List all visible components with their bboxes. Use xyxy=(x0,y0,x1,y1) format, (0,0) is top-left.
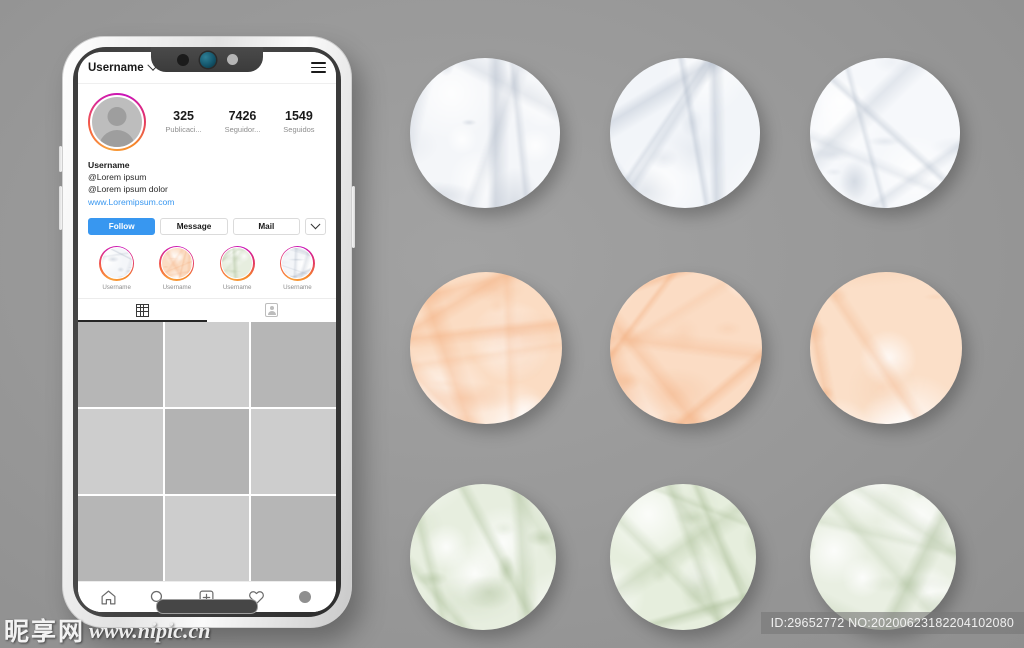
marble-swatch-peach-1[interactable] xyxy=(410,272,562,424)
phone-button-silent[interactable] xyxy=(59,146,62,172)
marble-texture xyxy=(610,272,762,424)
photo-grid-cell[interactable] xyxy=(251,495,336,581)
marble-swatch-green-3[interactable] xyxy=(810,484,956,630)
marble-swatch-peach-2[interactable] xyxy=(610,272,762,424)
photo-grid-cell[interactable] xyxy=(164,321,250,407)
marble-texture xyxy=(810,272,962,424)
header-username-dropdown[interactable]: Username xyxy=(88,59,159,74)
highlight-item[interactable]: Username xyxy=(269,245,326,291)
marble-texture xyxy=(410,58,560,208)
marble-texture xyxy=(810,484,956,630)
phone-mockup: Username 325 Publicaci... 7426 Seguidor.… xyxy=(59,36,355,628)
site-watermark-url: www.nipic.cn xyxy=(89,618,211,643)
home-indicator xyxy=(156,599,258,614)
profile-tabs xyxy=(78,297,336,322)
stat-following-value: 1549 xyxy=(285,109,313,124)
marble-texture xyxy=(410,272,562,424)
phone-button-volume[interactable] xyxy=(59,186,62,230)
marble-swatch-green-1[interactable] xyxy=(410,484,556,630)
marble-swatch-white-3[interactable] xyxy=(810,58,960,208)
highlight-thumbnail xyxy=(281,247,314,280)
highlight-item[interactable]: Username xyxy=(148,245,205,291)
photo-grid-cell[interactable] xyxy=(251,408,336,494)
phone-notch xyxy=(151,47,263,72)
profile-avatar-icon[interactable] xyxy=(295,587,315,607)
canvas-background: Username 325 Publicaci... 7426 Seguidor.… xyxy=(0,0,1024,648)
photo-grid xyxy=(78,321,336,581)
phone-button-power[interactable] xyxy=(352,186,355,248)
highlight-label: Username xyxy=(283,283,312,291)
profile-action-buttons: Follow Message Mail xyxy=(88,217,326,235)
stat-followers-label: Seguidor... xyxy=(224,124,261,134)
stat-following[interactable]: 1549 Seguidos xyxy=(283,109,314,134)
hamburger-menu-icon[interactable] xyxy=(311,62,326,73)
marble-texture xyxy=(610,58,760,208)
phone-screen: Username 325 Publicaci... 7426 Seguidor.… xyxy=(78,52,336,612)
highlight-thumbnail xyxy=(100,247,133,280)
bio-line-1: @Lorem ipsum xyxy=(88,172,147,183)
profile-stats: 325 Publicaci... 7426 Seguidor... 1549 S… xyxy=(146,109,326,134)
photo-grid-cell[interactable] xyxy=(78,408,163,494)
site-watermark-cn: 昵享网 xyxy=(4,617,86,646)
highlight-label: Username xyxy=(222,283,252,291)
bio-website-link[interactable]: www.Loremipsum.com xyxy=(88,196,326,208)
site-watermark: 昵享网 www.nipic.cn xyxy=(4,619,210,644)
profile-top-row: 325 Publicaci... 7426 Seguidor... 1549 S… xyxy=(88,93,326,151)
proximity-sensor-icon xyxy=(176,53,189,66)
default-user-avatar-icon xyxy=(92,97,142,147)
follow-button[interactable]: Follow xyxy=(88,217,156,235)
photo-grid-cell[interactable] xyxy=(164,408,250,494)
profile-section: 325 Publicaci... 7426 Seguidor... 1549 S… xyxy=(78,84,336,298)
tab-grid[interactable] xyxy=(78,299,207,322)
highlight-label: Username xyxy=(162,283,192,291)
highlight-label: Username xyxy=(102,283,131,291)
bio-display-name: Username xyxy=(88,160,130,170)
marble-swatch-white-1[interactable] xyxy=(410,58,560,208)
story-highlights: Username Username Username Username xyxy=(88,245,326,298)
tab-tagged[interactable] xyxy=(207,299,336,322)
marble-texture xyxy=(410,484,556,630)
tagged-person-icon xyxy=(265,303,278,318)
chevron-down-icon xyxy=(310,219,321,230)
image-id-watermark: ID:29652772 NO:20200623182204102080 xyxy=(760,612,1024,634)
more-options-button[interactable] xyxy=(304,217,326,235)
highlight-item[interactable]: Username xyxy=(88,245,145,291)
stat-posts-value: 325 xyxy=(173,109,194,124)
marble-texture xyxy=(610,484,756,630)
photo-grid-cell[interactable] xyxy=(164,495,250,581)
avatar[interactable] xyxy=(88,93,146,151)
photo-grid-cell[interactable] xyxy=(251,321,336,407)
instagram-profile-app: Username 325 Publicaci... 7426 Seguidor.… xyxy=(78,52,336,612)
highlight-thumbnail xyxy=(160,247,193,280)
stat-posts[interactable]: 325 Publicaci... xyxy=(165,109,201,134)
marble-swatch-peach-3[interactable] xyxy=(810,272,962,424)
message-button[interactable]: Message xyxy=(160,217,228,235)
home-icon[interactable] xyxy=(99,587,119,607)
marble-swatch-green-2[interactable] xyxy=(610,484,756,630)
photo-grid-cell[interactable] xyxy=(78,321,163,407)
bio-line-2: @Lorem ipsum dolor xyxy=(88,184,168,195)
earpiece-sensor-icon xyxy=(226,54,238,65)
highlight-item[interactable]: Username xyxy=(209,245,266,291)
marble-swatch-white-2[interactable] xyxy=(610,58,760,208)
marble-texture xyxy=(810,58,960,208)
photo-grid-cell[interactable] xyxy=(78,495,163,581)
profile-bio: Username @Lorem ipsum @Lorem ipsum dolor… xyxy=(88,159,326,208)
stat-following-label: Seguidos xyxy=(283,124,315,134)
stat-posts-label: Publicaci... xyxy=(165,124,202,134)
grid-icon xyxy=(136,303,149,317)
front-camera-icon xyxy=(199,51,216,68)
stat-followers[interactable]: 7426 Seguidor... xyxy=(225,109,261,134)
header-username-label: Username xyxy=(88,61,144,74)
highlight-thumbnail xyxy=(221,247,254,280)
stat-followers-value: 7426 xyxy=(228,109,257,124)
mail-button[interactable]: Mail xyxy=(232,217,300,235)
